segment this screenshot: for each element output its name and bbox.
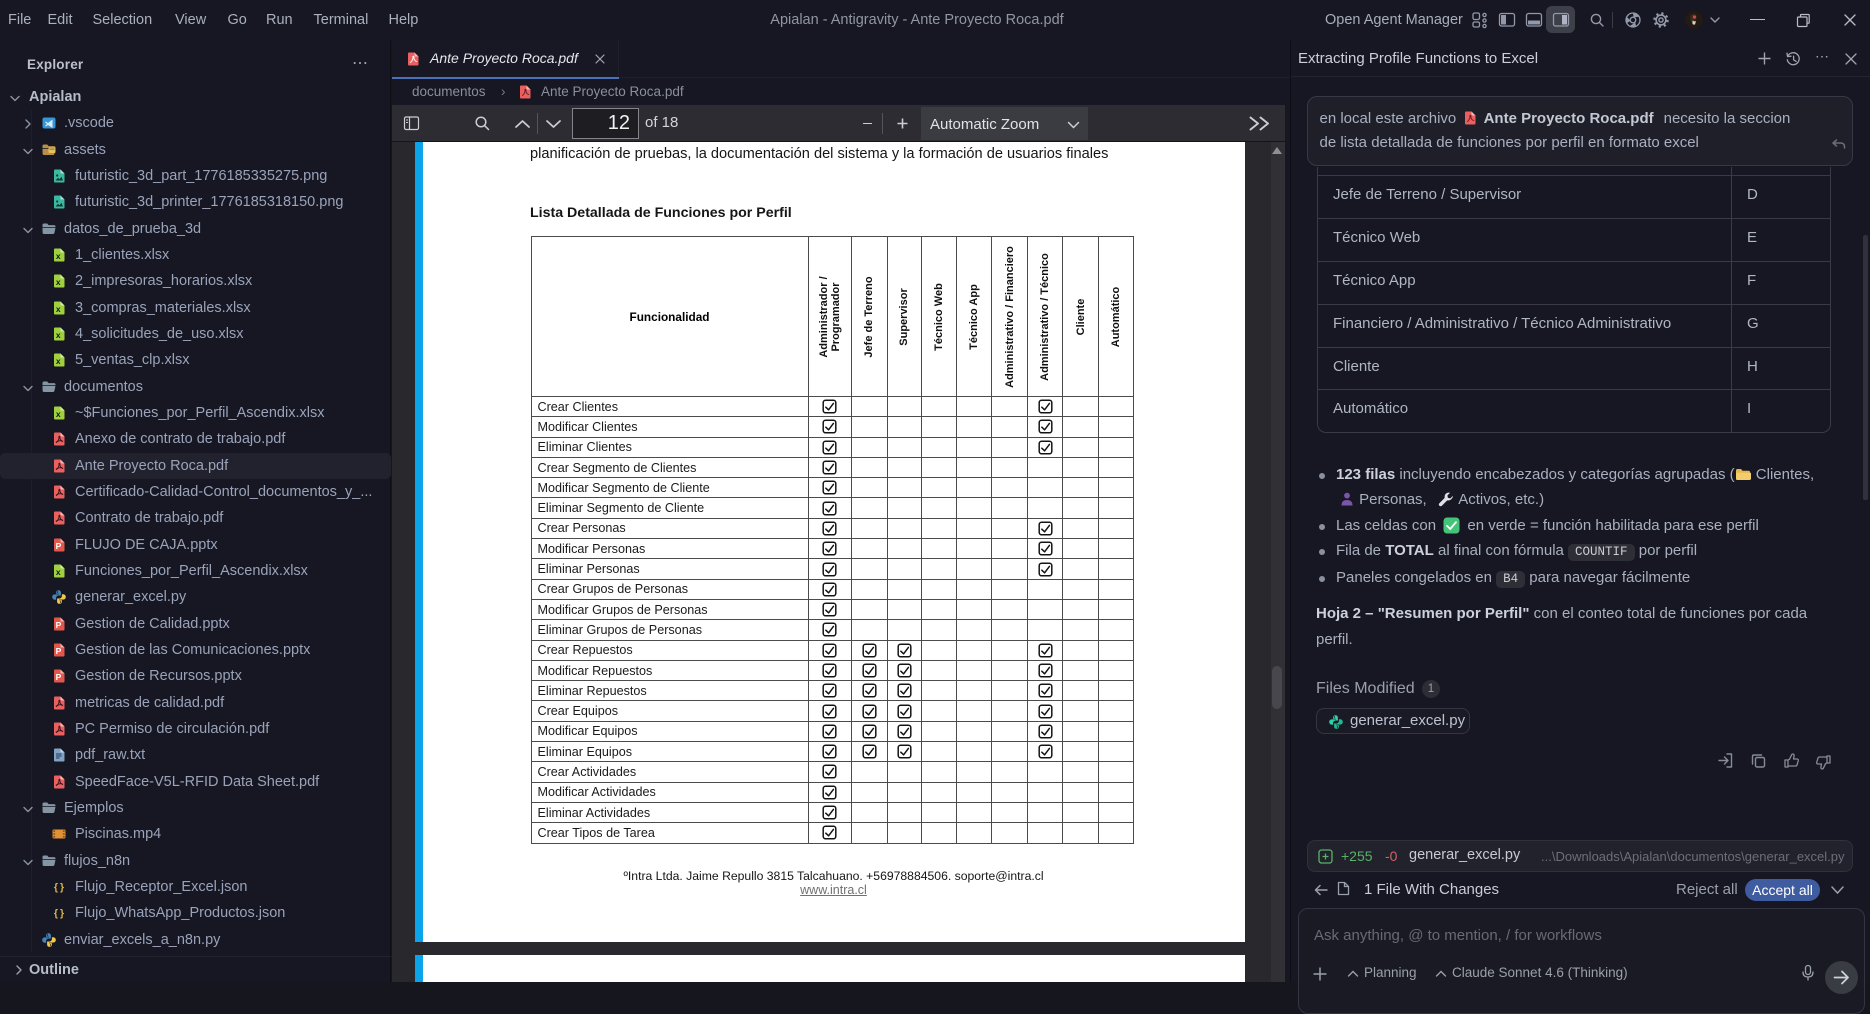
svg-text:P: P	[56, 620, 62, 630]
svg-text:{ }: { }	[54, 881, 64, 893]
svg-text:P: P	[56, 646, 62, 656]
svg-text:x: x	[56, 567, 61, 577]
svg-text:x: x	[56, 356, 61, 366]
svg-text:x: x	[56, 304, 61, 314]
svg-text:x: x	[56, 330, 61, 340]
svg-text:{ }: { }	[54, 908, 64, 920]
svg-text:P: P	[56, 672, 62, 682]
svg-text:x: x	[56, 251, 61, 261]
svg-text:x: x	[56, 409, 61, 419]
svg-text:P: P	[56, 541, 62, 551]
svg-text:x: x	[56, 277, 61, 287]
